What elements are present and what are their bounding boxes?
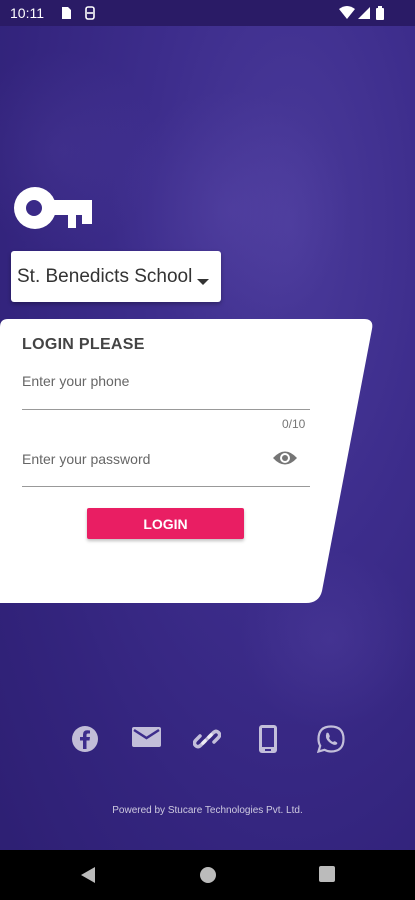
school-select-value: St. Benedicts School — [17, 265, 193, 287]
powered-by-text: Powered by Stucare Technologies Pvt. Ltd… — [112, 805, 303, 816]
battery-icon — [376, 6, 384, 23]
facebook-icon[interactable] — [71, 725, 99, 758]
phone-counter: 0/10 — [282, 417, 306, 431]
email-icon[interactable] — [132, 725, 161, 754]
phone-placeholder: Enter your phone — [22, 373, 130, 389]
wifi-icon — [339, 6, 355, 23]
navigation-bar — [0, 850, 415, 900]
eye-icon[interactable] — [272, 449, 298, 472]
status-time: 10:11 — [10, 5, 44, 21]
phone-icon[interactable] — [259, 725, 277, 758]
back-icon[interactable] — [80, 866, 96, 889]
phone-input[interactable]: Enter your phone — [22, 366, 310, 410]
school-select[interactable]: St. Benedicts School — [11, 251, 221, 302]
key-icon — [14, 186, 94, 237]
signal-icon — [357, 6, 371, 23]
login-title: LOGIN PLEASE — [22, 336, 145, 353]
dropdown-arrow-icon — [197, 273, 209, 291]
sync-icon — [84, 6, 96, 23]
link-icon[interactable] — [192, 725, 222, 758]
sim-icon — [60, 6, 72, 23]
password-input[interactable]: Enter your password — [22, 444, 310, 487]
password-placeholder: Enter your password — [22, 451, 151, 467]
login-button[interactable]: LOGIN — [87, 508, 244, 539]
status-bar: 10:11 — [0, 0, 415, 26]
recents-icon[interactable] — [319, 866, 335, 887]
whatsapp-icon[interactable] — [316, 725, 345, 758]
home-icon[interactable] — [199, 866, 217, 889]
login-screen: 10:11 St. Benedicts School LOGIN PLEASE … — [0, 0, 415, 900]
